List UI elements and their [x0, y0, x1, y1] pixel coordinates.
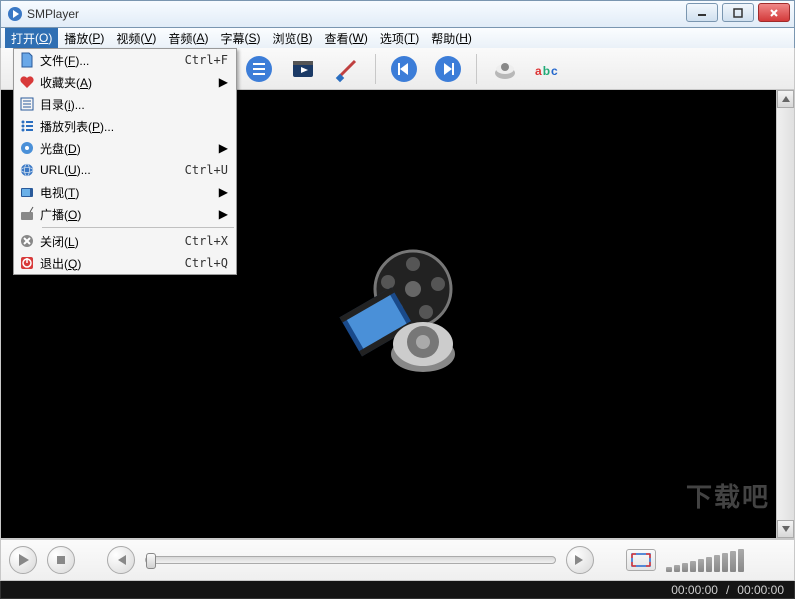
menu-item-disc[interactable]: 光盘(D) ▶	[14, 137, 236, 159]
seek-thumb[interactable]	[146, 553, 156, 569]
power-icon	[14, 255, 40, 271]
app-icon	[7, 6, 23, 22]
minimize-button[interactable]	[686, 3, 718, 22]
submenu-arrow-icon: ▶	[219, 75, 228, 89]
menu-item-favorites[interactable]: 收藏夹(A) ▶	[14, 71, 236, 93]
window-controls	[686, 3, 790, 22]
menu-item-playlist[interactable]: 播放列表(P)...	[14, 115, 236, 137]
status-bar: 00:00:00 / 00:00:00	[0, 581, 795, 599]
volume-slider[interactable]	[666, 548, 786, 572]
toolbar-preferences-button[interactable]	[331, 53, 363, 85]
control-bar	[0, 539, 795, 581]
menu-options[interactable]: 选项(T)	[374, 28, 425, 48]
menu-help[interactable]: 帮助(H)	[425, 28, 478, 48]
time-separator: /	[726, 583, 729, 597]
scroll-up-button[interactable]	[777, 90, 794, 108]
menu-audio[interactable]: 音频(A)	[162, 28, 214, 48]
fullscreen-button[interactable]	[626, 549, 656, 571]
maximize-button[interactable]	[722, 3, 754, 22]
close-button[interactable]	[758, 3, 790, 22]
toolbar-video-source-button[interactable]	[287, 53, 319, 85]
menu-video[interactable]: 视频(V)	[110, 28, 162, 48]
radio-icon	[14, 206, 40, 222]
window-title: SMPlayer	[27, 7, 79, 21]
menu-play[interactable]: 播放(P)	[58, 28, 110, 48]
folder-icon	[14, 96, 40, 112]
submenu-arrow-icon: ▶	[219, 207, 228, 221]
menu-subtitle[interactable]: 字幕(S)	[214, 28, 266, 48]
seek-bar[interactable]	[145, 556, 556, 564]
forward-button[interactable]	[566, 546, 594, 574]
toolbar-playlist-button[interactable]	[243, 53, 275, 85]
toolbar-skip-next-button[interactable]	[432, 53, 464, 85]
close-circle-icon	[14, 233, 40, 249]
submenu-arrow-icon: ▶	[219, 185, 228, 199]
menu-separator	[42, 227, 234, 228]
smplayer-logo-icon	[318, 244, 478, 384]
vertical-scrollbar[interactable]	[776, 90, 794, 538]
toolbar-skip-prev-button[interactable]	[388, 53, 420, 85]
play-button[interactable]	[9, 546, 37, 574]
rewind-button[interactable]	[107, 546, 135, 574]
heart-icon	[14, 74, 40, 90]
menu-item-radio[interactable]: 广播(O) ▶	[14, 203, 236, 225]
open-dropdown-menu: 文件(F)... Ctrl+F 收藏夹(A) ▶ 目录(i)... 播放列表(P…	[13, 48, 237, 275]
tv-icon	[14, 184, 40, 200]
scroll-down-button[interactable]	[777, 520, 794, 538]
disc-icon	[14, 140, 40, 156]
toolbar-separator	[476, 54, 477, 84]
menu-open[interactable]: 打开(O)	[5, 28, 58, 48]
globe-icon	[14, 162, 40, 178]
menu-item-directory[interactable]: 目录(i)...	[14, 93, 236, 115]
stop-button[interactable]	[47, 546, 75, 574]
menu-item-tv[interactable]: 电视(T) ▶	[14, 181, 236, 203]
menu-browse[interactable]: 浏览(B)	[266, 28, 318, 48]
file-icon	[14, 52, 40, 68]
title-bar: SMPlayer	[0, 0, 795, 28]
menu-item-url[interactable]: URL(U)... Ctrl+U	[14, 159, 236, 181]
list-icon	[14, 118, 40, 134]
time-elapsed: 00:00:00	[671, 583, 718, 597]
submenu-arrow-icon: ▶	[219, 141, 228, 155]
toolbar-separator	[375, 54, 376, 84]
watermark-text: 下载吧	[686, 477, 770, 514]
menu-bar: 打开(O) 播放(P) 视频(V) 音频(A) 字幕(S) 浏览(B) 查看(W…	[0, 28, 795, 48]
svg-text:abc: abc	[535, 64, 558, 78]
toolbar-volume-button[interactable]	[489, 53, 521, 85]
menu-view[interactable]: 查看(W)	[319, 28, 374, 48]
time-total: 00:00:00	[737, 583, 784, 597]
menu-item-close[interactable]: 关闭(L) Ctrl+X	[14, 230, 236, 252]
menu-item-quit[interactable]: 退出(Q) Ctrl+Q	[14, 252, 236, 274]
menu-item-file[interactable]: 文件(F)... Ctrl+F	[14, 49, 236, 71]
toolbar-subtitle-button[interactable]: abc	[533, 53, 565, 85]
